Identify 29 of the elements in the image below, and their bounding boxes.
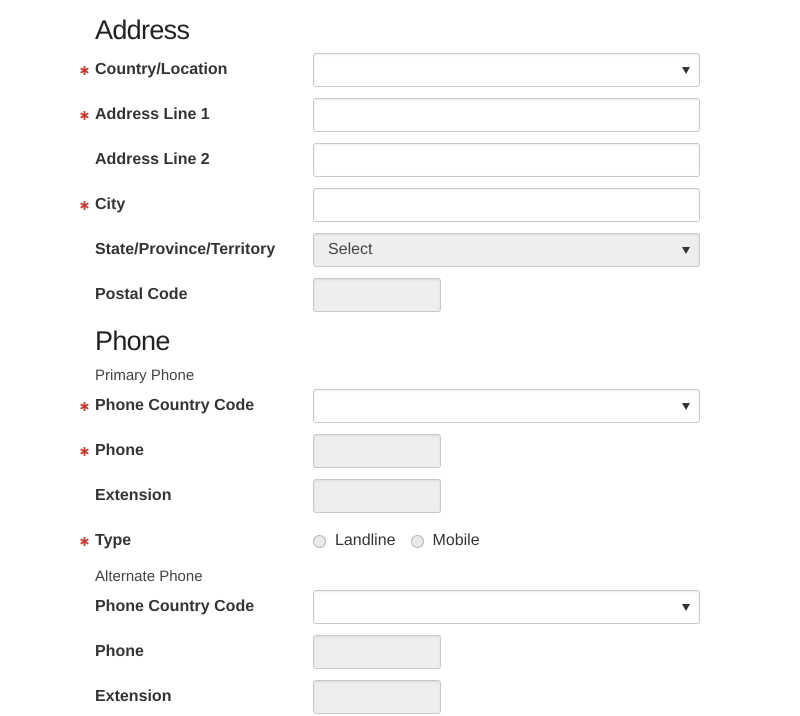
field-label: Address Line 1 (95, 105, 210, 125)
field-label: Phone Country Code (95, 597, 254, 617)
field-label: Extension (95, 486, 172, 506)
dropdown-field[interactable] (313, 590, 700, 624)
section-heading: Address (95, 14, 190, 47)
input-field[interactable] (313, 188, 700, 222)
field-label: City (95, 195, 126, 215)
field-label: Postal Code (95, 285, 188, 305)
subsection-label: Alternate Phone (95, 567, 203, 588)
field-label: Type (95, 531, 132, 551)
caret-icon (682, 402, 690, 410)
field-label: Phone Country Code (95, 396, 254, 416)
field-label: Country/Location (95, 60, 228, 80)
field-label: Address Line 2 (95, 150, 210, 170)
caret-icon (682, 604, 690, 610)
input-field[interactable] (313, 98, 700, 132)
caret-icon (682, 246, 690, 254)
input-field[interactable] (313, 143, 700, 177)
radio-option[interactable]: Mobile (410, 529, 480, 553)
field-label: State/Province/Territory (95, 240, 276, 260)
field-label: Extension (95, 687, 172, 707)
dropdown-field[interactable] (313, 53, 700, 87)
subsection-label: Primary Phone (95, 366, 194, 386)
caret-icon (682, 66, 690, 74)
dropdown-field[interactable] (313, 389, 700, 423)
field-label: Phone (95, 441, 144, 461)
radio-option[interactable]: Landline (313, 529, 396, 553)
section-heading: Phone (95, 324, 170, 358)
field-label: Phone (95, 642, 144, 662)
